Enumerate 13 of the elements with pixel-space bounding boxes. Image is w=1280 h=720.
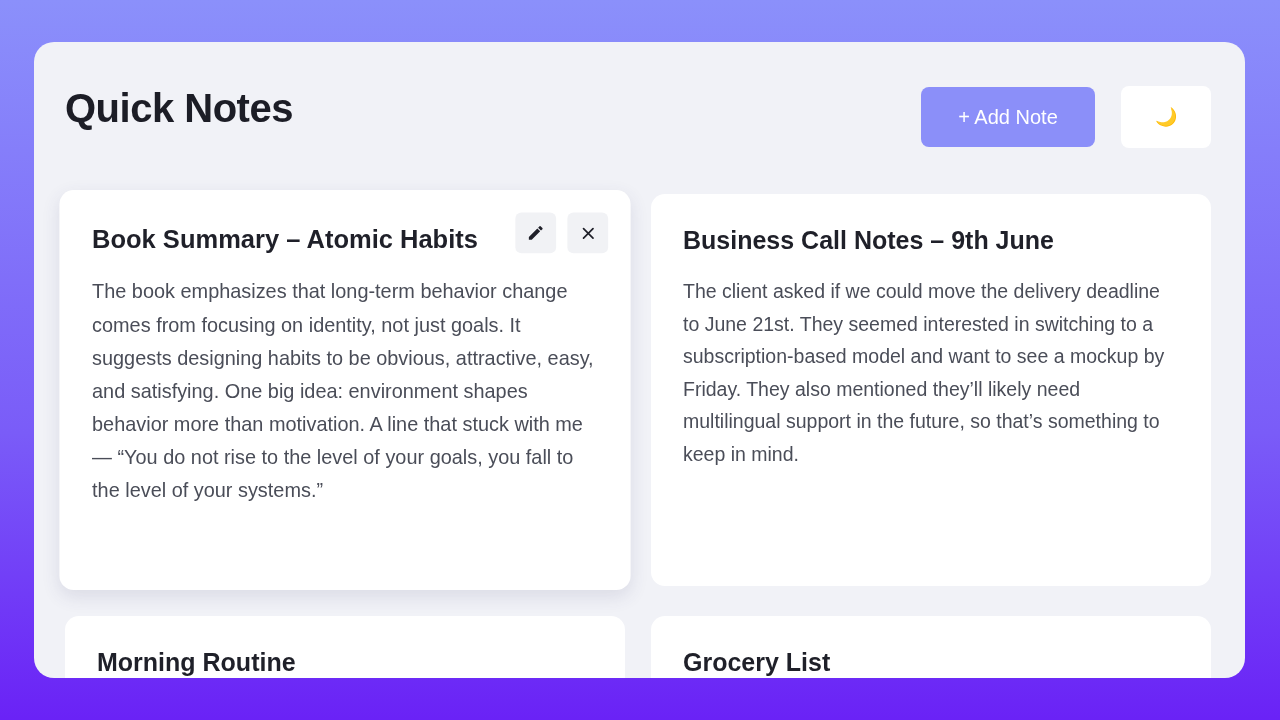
pencil-icon [526, 223, 545, 243]
note-title: Book Summary – Atomic Habits [92, 224, 478, 255]
note-body: The client asked if we could move the delivery deadline to June 21st. They seemed interested in switching to a subscription-based model and want to see a mockup by Friday. They also mentioned they’ll likely need multilingual support in the future, so that’s something to keep in mind. [683, 279, 1166, 467]
note-title: Grocery List [683, 648, 831, 677]
theme-toggle-button[interactable]: 🌙 [1121, 86, 1211, 148]
close-icon [581, 226, 595, 240]
note-title: Morning Routine [97, 648, 296, 677]
add-note-button[interactable]: + Add Note [921, 87, 1095, 147]
edit-button[interactable] [515, 212, 557, 254]
page-title: Quick Notes [65, 86, 293, 131]
note-body: The book emphasizes that long-term behavior change comes from focusing on identity, not just goals. It suggests designing habits to be obvious, attractive, easy, and satisfying. One big idea: environment shapes behavior more than motivation. A line that stuck with me — “You do not rise to the level of your goals, you fall to the level of your systems.” [92, 278, 595, 504]
close-button[interactable] [567, 212, 609, 254]
note-title: Business Call Notes – 9th June [683, 226, 1054, 255]
